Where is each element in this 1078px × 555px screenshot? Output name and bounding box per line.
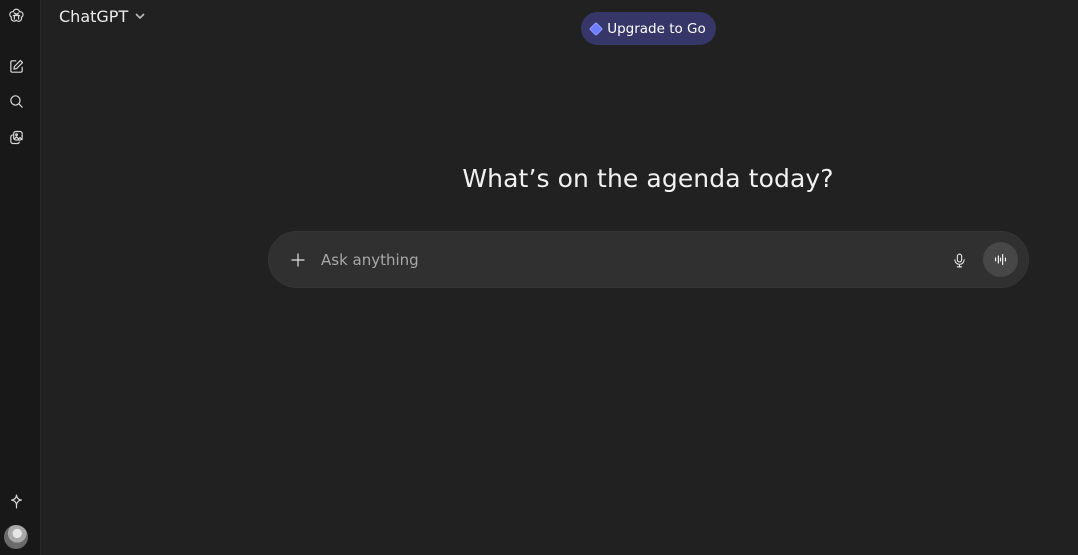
chevron-down-icon [135, 13, 145, 20]
prompt-input[interactable] [321, 246, 921, 273]
composer [269, 232, 1028, 287]
waveform-icon [994, 253, 1007, 266]
upgrade-button[interactable]: Upgrade to Go [581, 12, 716, 45]
sidebar-rail [0, 0, 41, 555]
app-window: ChatGPT Upgrade to Go What’s on the agen… [0, 0, 1078, 555]
model-switcher[interactable]: ChatGPT [53, 4, 152, 28]
new-chat-icon[interactable] [3, 53, 29, 79]
diamond-icon [589, 21, 604, 36]
model-name: ChatGPT [59, 6, 129, 26]
avatar[interactable] [4, 525, 28, 549]
search-icon[interactable] [3, 88, 29, 114]
plus-icon [290, 252, 305, 267]
page-title: What’s on the agenda today? [462, 164, 834, 193]
add-attachment-button[interactable] [283, 245, 312, 274]
microphone-icon [953, 253, 965, 267]
voice-mode-button[interactable] [983, 242, 1018, 277]
openai-logo-icon[interactable] [3, 2, 29, 28]
library-icon[interactable] [3, 124, 29, 150]
upgrade-label: Upgrade to Go [607, 20, 706, 37]
dictate-button[interactable] [945, 246, 973, 274]
sparkle-icon[interactable] [3, 488, 29, 514]
